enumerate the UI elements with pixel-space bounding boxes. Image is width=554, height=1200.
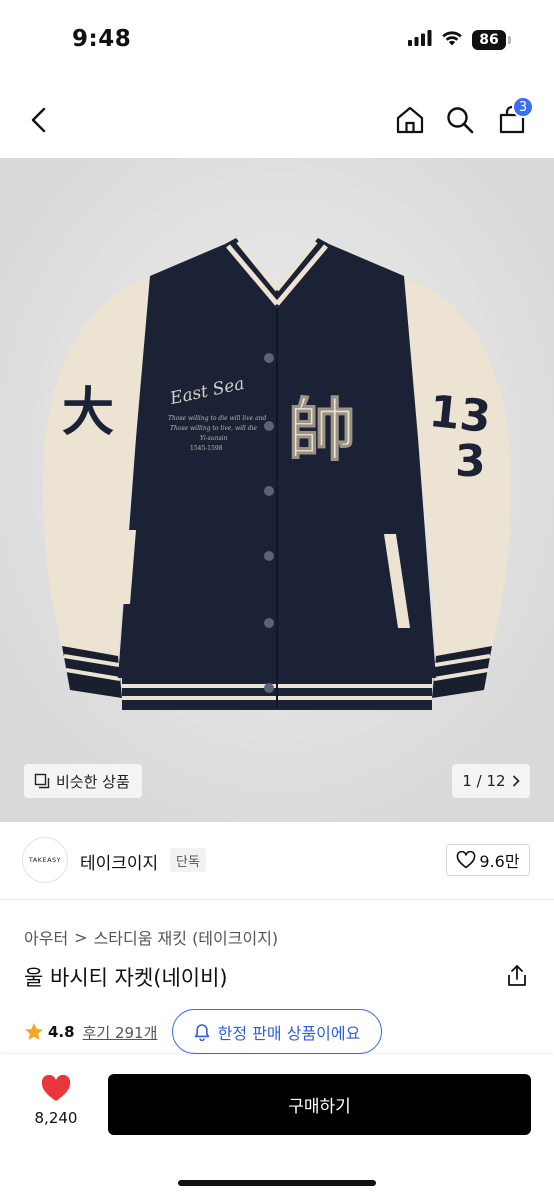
product-title: 울 바시티 자켓(네이비) bbox=[24, 966, 228, 990]
limited-sale-label: 한정 판매 상품이에요 bbox=[217, 1023, 361, 1043]
similar-products-button[interactable]: 비슷한 상품 bbox=[24, 764, 142, 798]
signal-icon bbox=[408, 30, 432, 50]
product-page: 9:48 86 3 East Sea Those willing to die … bbox=[0, 0, 554, 1200]
heart-filled-icon bbox=[41, 1075, 71, 1101]
sleeve-number-text: 13 bbox=[427, 386, 493, 443]
breadcrumb: 아우터 > 스타디움 재킷 (테이크이지) bbox=[24, 925, 278, 949]
bottom-action-bar: 8,240 구매하기 bbox=[0, 1055, 554, 1200]
image-pager[interactable]: 1 / 12 bbox=[452, 764, 530, 798]
status-icons: 86 bbox=[408, 30, 511, 50]
like-count: 8,240 bbox=[34, 1109, 78, 1127]
svg-text:Those willing to live, will di: Those willing to live, will die bbox=[170, 425, 258, 432]
status-time: 9:48 bbox=[72, 26, 132, 52]
cart-count-badge: 3 bbox=[512, 96, 534, 118]
back-arrow-icon bbox=[31, 107, 46, 133]
home-indicator bbox=[178, 1180, 376, 1186]
similar-products-label: 비슷한 상품 bbox=[56, 772, 130, 791]
star-icon bbox=[25, 1023, 43, 1040]
brand-row: TAKEASY 테이크이지 단독 9.6만 bbox=[0, 822, 554, 900]
breadcrumb-category[interactable]: 아우터 bbox=[24, 925, 68, 949]
brand-like-count: 9.6만 bbox=[479, 852, 520, 871]
share-button[interactable] bbox=[504, 962, 530, 990]
search-icon bbox=[447, 107, 474, 134]
exclusive-badge: 단독 bbox=[170, 848, 206, 872]
chevron-right-icon bbox=[512, 775, 520, 787]
buy-button[interactable]: 구매하기 bbox=[108, 1074, 531, 1135]
cart-button[interactable]: 3 bbox=[492, 96, 534, 140]
brand-like-button[interactable]: 9.6만 bbox=[446, 844, 530, 876]
review-link[interactable]: 후기 291개 bbox=[83, 1022, 158, 1043]
wifi-icon bbox=[441, 30, 463, 50]
like-button[interactable]: 8,240 bbox=[28, 1075, 84, 1135]
similar-icon bbox=[34, 773, 50, 789]
home-icon bbox=[396, 106, 424, 134]
jacket-image: East Sea Those willing to die will live … bbox=[0, 158, 554, 822]
breadcrumb-separator: > bbox=[74, 927, 88, 947]
home-button[interactable] bbox=[390, 100, 430, 140]
svg-text:1545-1598: 1545-1598 bbox=[190, 445, 223, 452]
brand-name[interactable]: 테이크이지 bbox=[80, 849, 158, 874]
heart-outline-icon bbox=[457, 851, 476, 869]
top-nav: 3 bbox=[0, 80, 554, 158]
bell-icon bbox=[194, 1023, 209, 1041]
brand-logo[interactable]: TAKEASY bbox=[22, 837, 68, 883]
share-icon bbox=[508, 965, 526, 986]
rating-value: 4.8 bbox=[48, 1023, 75, 1041]
search-button[interactable] bbox=[440, 100, 480, 140]
pager-label: 1 / 12 bbox=[462, 772, 506, 790]
svg-text:Those willing to die will live: Those willing to die will live and bbox=[168, 415, 267, 422]
product-image-gallery[interactable]: East Sea Those willing to die will live … bbox=[0, 158, 554, 822]
battery-icon: 86 bbox=[472, 30, 511, 50]
back-button[interactable] bbox=[20, 100, 60, 140]
chest-patch-text: 帥 bbox=[288, 391, 356, 471]
rating-row: 4.8 후기 291개 bbox=[24, 1012, 157, 1052]
limited-sale-pill[interactable]: 한정 판매 상품이에요 bbox=[172, 1009, 382, 1054]
status-bar: 9:48 86 bbox=[0, 0, 554, 80]
svg-text:3: 3 bbox=[455, 436, 486, 487]
breadcrumb-subcategory[interactable]: 스타디움 재킷 (테이크이지) bbox=[94, 925, 279, 949]
svg-text:大: 大 bbox=[62, 382, 114, 443]
svg-text:Yi-sunsin: Yi-sunsin bbox=[200, 435, 228, 442]
